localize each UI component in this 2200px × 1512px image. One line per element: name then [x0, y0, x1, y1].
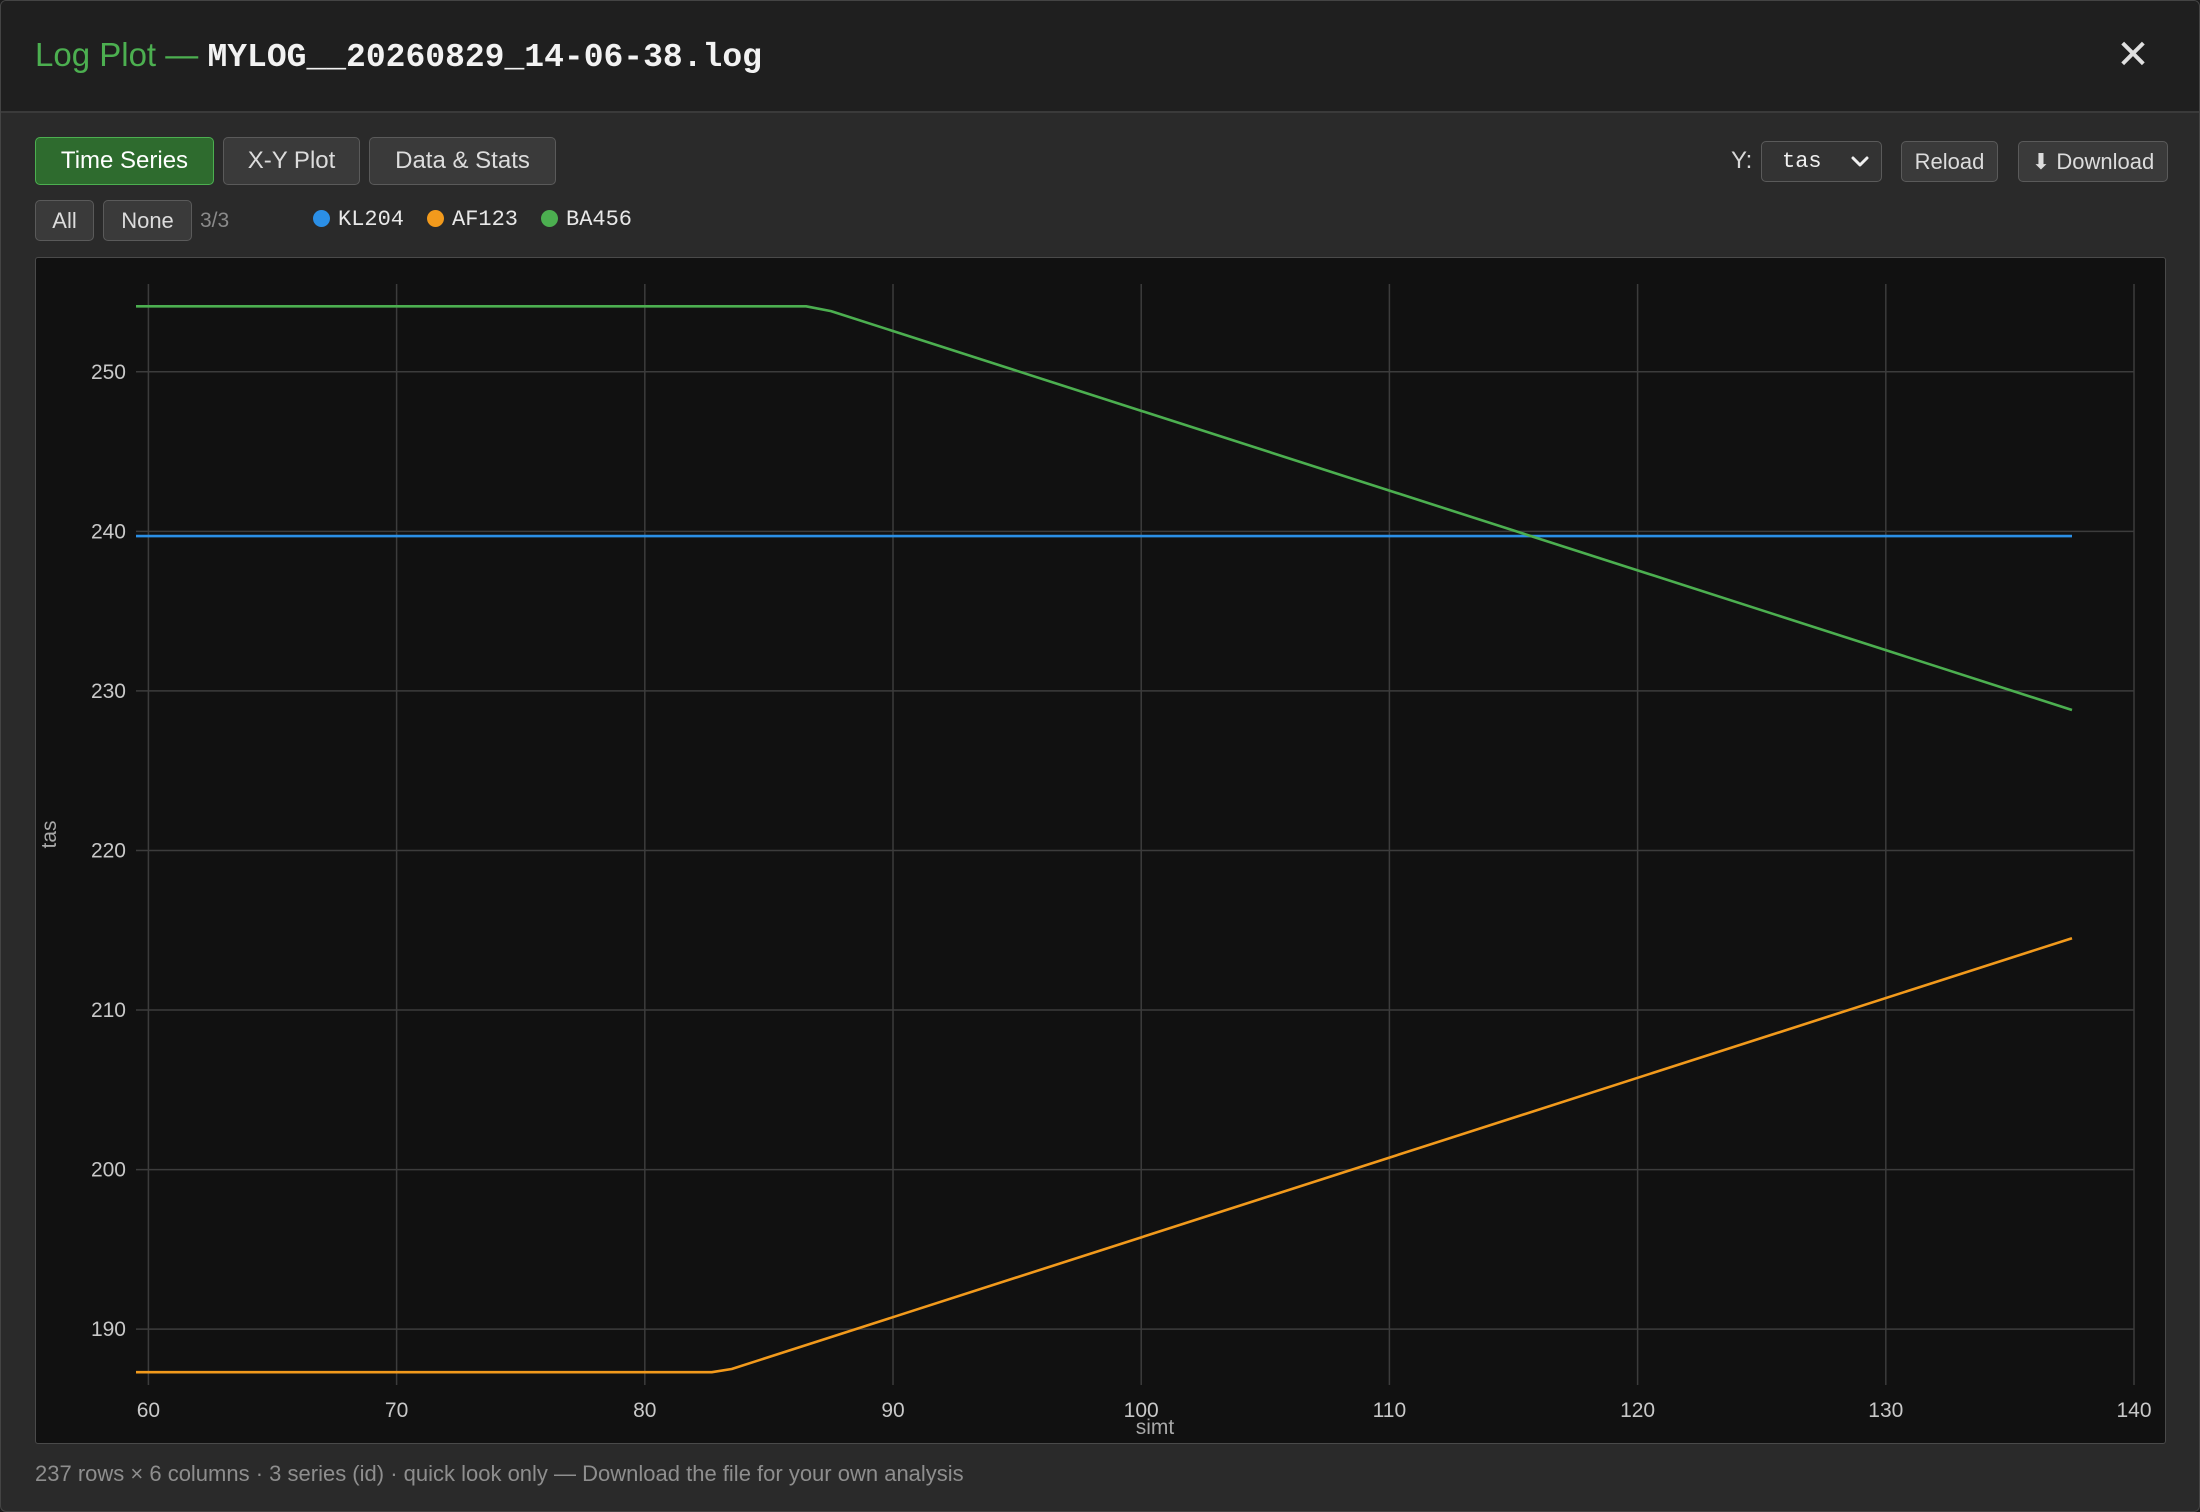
series-line-ba456 [136, 304, 2073, 712]
x-axis-label: simt [1136, 1416, 1175, 1439]
y-tick-label: 210 [91, 999, 126, 1022]
x-tick-label: 90 [881, 1399, 904, 1422]
x-tick-label: 70 [385, 1399, 408, 1422]
y-tick-label: 230 [91, 680, 126, 703]
y-tick-label: 200 [91, 1159, 126, 1182]
legend-label: KL204 [338, 207, 405, 232]
x-tick-label: 140 [2116, 1399, 2151, 1422]
x-tick-label: 120 [1620, 1399, 1655, 1422]
legend-label: AF123 [452, 207, 519, 232]
legend-label: BA456 [566, 207, 633, 232]
tab-time-series[interactable]: Time Series [35, 137, 214, 185]
legend-item-af123[interactable]: AF123 [427, 204, 518, 236]
tab-data-stats[interactable]: Data & Stats [369, 137, 556, 185]
title-app-name: Log Plot — [35, 36, 208, 73]
close-icon[interactable]: ✕ [2105, 29, 2161, 81]
y-tick-label: 240 [91, 520, 126, 543]
download-button[interactable]: ⬇ Download [2018, 141, 2168, 182]
y-axis-select-label: Y: [1731, 147, 1753, 174]
select-none-button[interactable]: None [103, 200, 192, 241]
series-count: 3/3 [200, 209, 230, 232]
legend-item-kl204[interactable]: KL204 [313, 204, 404, 236]
x-tick-label: 80 [633, 1399, 656, 1422]
time-series-plot[interactable]: 60 70 80 90 100 110 120 130 140 190 200 210 220 230 24… [35, 257, 2166, 1444]
y-axis-label: tas [38, 820, 61, 848]
y-axis-selected-value: tas [1782, 149, 1822, 174]
series-line-af123 [136, 936, 2073, 1374]
x-tick-label: 130 [1868, 1399, 1903, 1422]
y-tick-label: 250 [91, 361, 126, 384]
title-bar: Log Plot — MYLOG__20260829_14-06-38.log … [1, 1, 2199, 113]
legend-dot-icon [313, 210, 330, 227]
chevron-down-icon [1851, 156, 1869, 167]
time-series-chart: 60 70 80 90 100 110 120 130 14019020021022023024… [38, 284, 2152, 1439]
x-tick-label: 60 [137, 1399, 160, 1422]
tab-xy-plot[interactable]: X-Y Plot [223, 137, 360, 185]
x-tick-label: 110 [1373, 1399, 1406, 1422]
legend-dot-icon [541, 210, 558, 227]
y-tick-label: 190 [91, 1318, 126, 1341]
select-all-button[interactable]: All [35, 200, 94, 241]
y-axis-select[interactable]: tas [1761, 141, 1882, 182]
legend-dot-icon [427, 210, 444, 227]
footer-status: 237 rows × 6 columns · 3 series (id) · q… [35, 1461, 964, 1486]
title-filename: MYLOG__20260829_14-06-38.log [207, 39, 762, 76]
log-plot-dialog: Log Plot — MYLOG__20260829_14-06-38.log … [0, 0, 2200, 1512]
reload-button[interactable]: Reload [1901, 141, 1998, 182]
legend-item-ba456[interactable]: BA456 [541, 204, 632, 236]
y-tick-label: 220 [91, 839, 126, 862]
dialog-title: Log Plot — MYLOG__20260829_14-06-38.log [35, 33, 762, 77]
